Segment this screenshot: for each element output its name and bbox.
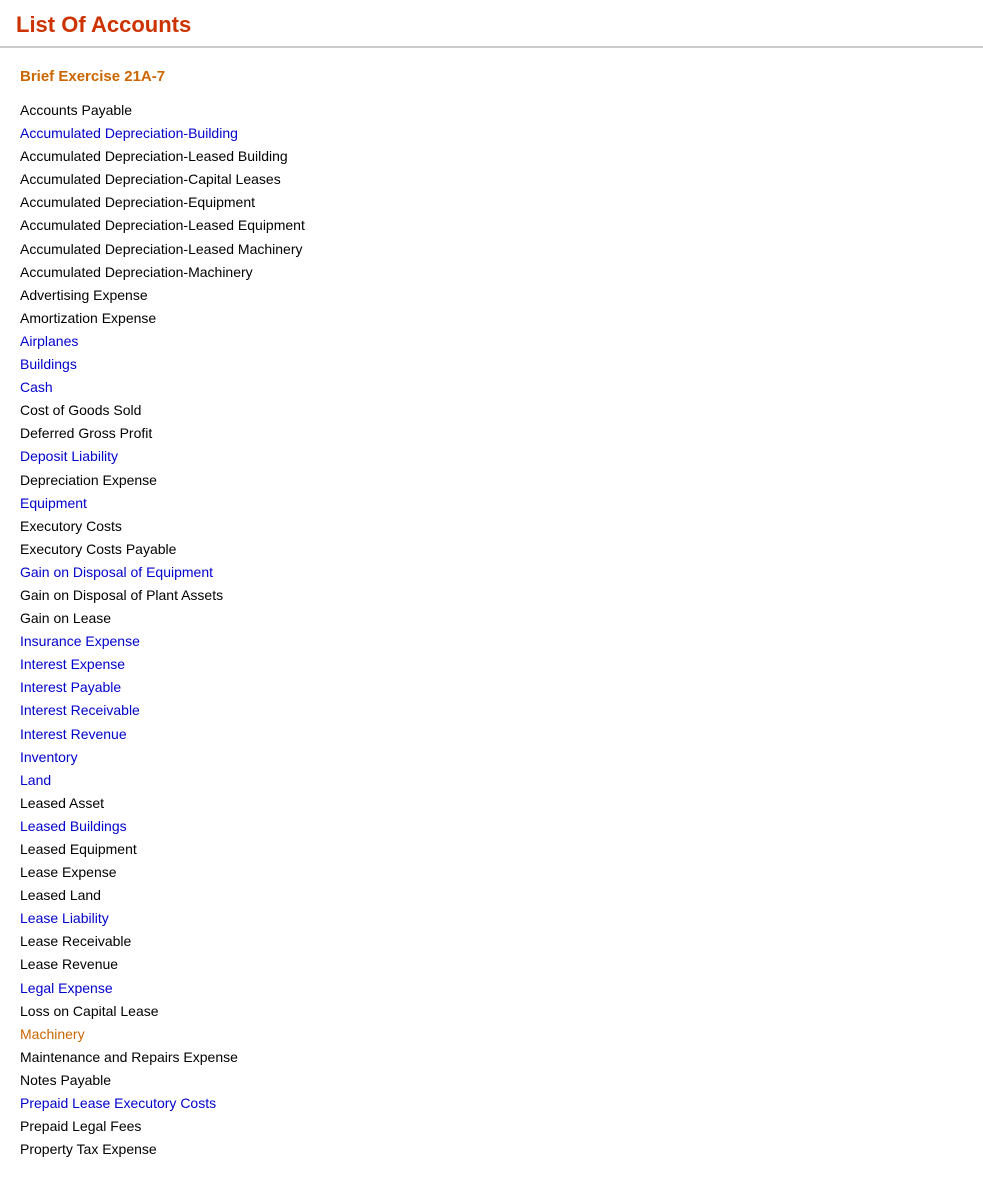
list-item[interactable]: Lease Expense	[20, 861, 963, 884]
list-item[interactable]: Legal Expense	[20, 977, 963, 1000]
list-item[interactable]: Lease Receivable	[20, 930, 963, 953]
list-item[interactable]: Accumulated Depreciation-Leased Machiner…	[20, 238, 963, 261]
list-item[interactable]: Cost of Goods Sold	[20, 399, 963, 422]
list-item[interactable]: Inventory	[20, 746, 963, 769]
page-content: Brief Exercise 21A-7 Accounts PayableAcc…	[0, 48, 983, 1181]
list-item[interactable]: Deposit Liability	[20, 445, 963, 468]
list-item[interactable]: Lease Revenue	[20, 953, 963, 976]
list-item[interactable]: Leased Land	[20, 884, 963, 907]
list-item[interactable]: Advertising Expense	[20, 284, 963, 307]
list-item[interactable]: Accounts Payable	[20, 99, 963, 122]
list-item[interactable]: Lease Liability	[20, 907, 963, 930]
list-item[interactable]: Buildings	[20, 353, 963, 376]
list-item[interactable]: Accumulated Depreciation-Leased Building	[20, 145, 963, 168]
list-item[interactable]: Loss on Capital Lease	[20, 1000, 963, 1023]
list-item[interactable]: Equipment	[20, 492, 963, 515]
list-item[interactable]: Prepaid Lease Executory Costs	[20, 1092, 963, 1115]
list-item[interactable]: Executory Costs	[20, 515, 963, 538]
page-header: List Of Accounts	[0, 0, 983, 48]
list-item[interactable]: Interest Payable	[20, 676, 963, 699]
list-item[interactable]: Maintenance and Repairs Expense	[20, 1046, 963, 1069]
list-item[interactable]: Notes Payable	[20, 1069, 963, 1092]
list-item[interactable]: Gain on Lease	[20, 607, 963, 630]
list-item[interactable]: Cash	[20, 376, 963, 399]
list-item[interactable]: Executory Costs Payable	[20, 538, 963, 561]
list-item[interactable]: Property Tax Expense	[20, 1138, 963, 1161]
list-item[interactable]: Accumulated Depreciation-Equipment	[20, 191, 963, 214]
list-item[interactable]: Deferred Gross Profit	[20, 422, 963, 445]
list-item[interactable]: Gain on Disposal of Plant Assets	[20, 584, 963, 607]
list-item[interactable]: Interest Revenue	[20, 723, 963, 746]
list-item[interactable]: Land	[20, 769, 963, 792]
list-item[interactable]: Accumulated Depreciation-Building	[20, 122, 963, 145]
account-list: Accounts PayableAccumulated Depreciation…	[20, 99, 963, 1161]
section-title: Brief Exercise 21A-7	[20, 68, 963, 85]
list-item[interactable]: Leased Buildings	[20, 815, 963, 838]
list-item[interactable]: Insurance Expense	[20, 630, 963, 653]
list-item[interactable]: Gain on Disposal of Equipment	[20, 561, 963, 584]
list-item[interactable]: Prepaid Legal Fees	[20, 1115, 963, 1138]
list-item[interactable]: Accumulated Depreciation-Machinery	[20, 261, 963, 284]
list-item[interactable]: Depreciation Expense	[20, 469, 963, 492]
list-item[interactable]: Accumulated Depreciation-Capital Leases	[20, 168, 963, 191]
list-item[interactable]: Accumulated Depreciation-Leased Equipmen…	[20, 214, 963, 237]
list-item[interactable]: Interest Receivable	[20, 699, 963, 722]
list-item[interactable]: Airplanes	[20, 330, 963, 353]
list-item[interactable]: Interest Expense	[20, 653, 963, 676]
list-item[interactable]: Leased Asset	[20, 792, 963, 815]
list-item[interactable]: Amortization Expense	[20, 307, 963, 330]
page-title: List Of Accounts	[16, 12, 967, 38]
list-item[interactable]: Machinery	[20, 1023, 963, 1046]
list-item[interactable]: Leased Equipment	[20, 838, 963, 861]
